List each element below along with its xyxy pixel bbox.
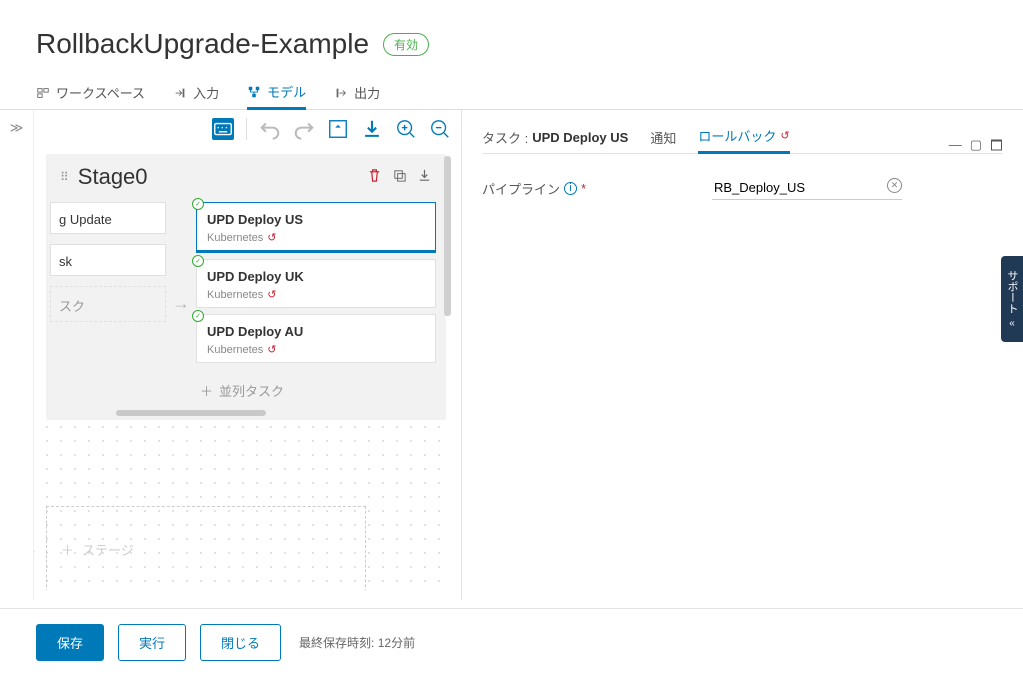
minimize-icon[interactable]: — (949, 137, 962, 153)
drag-grip-icon[interactable]: ⠿ (60, 170, 68, 184)
rollback-indicator-icon: ↺ (267, 288, 276, 301)
undo-icon[interactable] (259, 118, 281, 140)
task-card-partial[interactable]: sk (50, 244, 166, 276)
save-button[interactable]: 保存 (36, 624, 104, 661)
task-card-upd-deploy-au[interactable]: ✓ UPD Deploy AU Kubernetes↺ (196, 314, 436, 363)
tab-output[interactable]: 出力 (334, 76, 380, 109)
workspace-icon (36, 86, 50, 100)
pipeline-label: パイプライン i * (482, 179, 712, 198)
arrow-right-icon: → (172, 293, 190, 314)
fit-icon[interactable] (327, 118, 349, 140)
keyboard-icon[interactable] (212, 118, 234, 140)
expand-left-icon[interactable]: ≫ (10, 120, 24, 600)
tab-model[interactable]: モデル (247, 77, 306, 110)
stage-scrollbar[interactable] (116, 410, 266, 416)
detail-tab-notify[interactable]: 通知 (650, 128, 676, 153)
plus-icon: ＋ (61, 540, 74, 559)
restore-icon[interactable]: ▢ (970, 137, 982, 153)
canvas-toolbar (34, 110, 461, 148)
rollback-indicator-icon: ↺ (267, 343, 276, 356)
success-check-icon: ✓ (192, 198, 204, 210)
task-card-upd-deploy-uk[interactable]: ✓ UPD Deploy UK Kubernetes↺ (196, 259, 436, 308)
close-button[interactable]: 閉じる (200, 624, 281, 661)
download-icon[interactable] (361, 118, 383, 140)
delete-stage-icon[interactable] (367, 168, 382, 186)
success-check-icon: ✓ (192, 255, 204, 267)
plus-icon: ＋ (200, 381, 213, 400)
rollback-indicator-icon: ↺ (267, 231, 276, 244)
export-stage-icon[interactable] (417, 168, 432, 186)
clone-stage-icon[interactable] (392, 168, 407, 186)
run-button[interactable]: 実行 (118, 624, 186, 661)
success-check-icon: ✓ (192, 310, 204, 322)
task-card-partial[interactable]: g Update (50, 202, 166, 234)
task-card-partial[interactable]: スク (50, 286, 166, 322)
tab-input[interactable]: 入力 (173, 76, 219, 109)
stage-card[interactable]: ⠿ Stage0 g Update sk スク → (46, 154, 446, 420)
redo-icon[interactable] (293, 118, 315, 140)
zoom-out-icon[interactable] (429, 118, 451, 140)
add-parallel-task[interactable]: ＋並列タスク (196, 369, 436, 404)
output-icon (334, 86, 348, 100)
detail-tab-rollback[interactable]: ロールバック↺ (698, 126, 789, 154)
maximize-icon[interactable] (990, 137, 1003, 153)
status-badge: 有効 (383, 33, 429, 56)
rollback-icon: ↺ (780, 129, 789, 142)
input-icon (173, 86, 187, 100)
required-asterisk: * (581, 181, 586, 196)
page-title: RollbackUpgrade-Example (36, 28, 369, 60)
task-card-upd-deploy-us[interactable]: ✓ UPD Deploy US Kubernetes↺ (196, 202, 436, 253)
stage-title[interactable]: Stage0 (78, 164, 367, 190)
arrow-right-icon: → (34, 542, 38, 557)
info-icon[interactable]: i (564, 182, 577, 195)
clear-input-icon[interactable]: ✕ (887, 178, 902, 193)
add-stage-placeholder[interactable]: → ＋ステージ (46, 506, 366, 590)
last-save-label: 最終保存時刻: 12分前 (299, 634, 415, 651)
zoom-in-icon[interactable] (395, 118, 417, 140)
main-tabs: ワークスペース 入力 モデル 出力 (0, 76, 1023, 110)
vertical-scrollbar[interactable] (444, 156, 451, 316)
tab-workspace[interactable]: ワークスペース (36, 76, 145, 109)
model-icon (247, 85, 261, 99)
support-side-tab[interactable]: サポート (1001, 256, 1023, 342)
pipeline-input[interactable] (712, 176, 902, 199)
detail-tab-task[interactable]: タスク :UPD Deploy US (482, 128, 628, 153)
